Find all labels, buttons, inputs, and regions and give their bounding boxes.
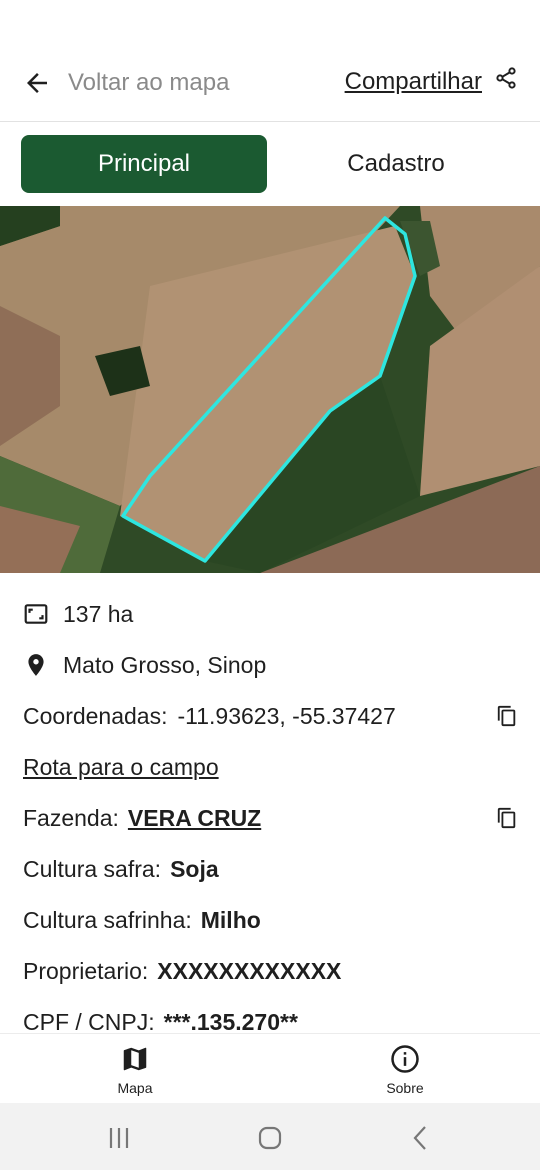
coordinates-value: -11.93623, -55.37427: [177, 702, 396, 729]
crop-offseason-label: Cultura safrinha:: [23, 906, 192, 933]
farm-row: Fazenda: VERA CRUZ: [23, 802, 261, 834]
field-details: 137 ha Mato Grosso, Sinop Coordenadas: -…: [0, 573, 540, 1033]
location-pin-icon: [28, 654, 44, 676]
share-icon: [496, 67, 516, 89]
area-row: 137 ha: [23, 598, 133, 630]
nav-mapa-label: Mapa: [117, 1080, 153, 1096]
home-icon[interactable]: [255, 1123, 285, 1153]
crop-offseason-value: Milho: [200, 906, 261, 933]
document-value: ***.135.270**: [163, 1008, 298, 1034]
nav-sobre[interactable]: Sobre: [365, 1044, 445, 1096]
owner-row: Proprietario: XXXXXXXXXXXX: [23, 955, 341, 987]
arrow-left-icon: [27, 73, 47, 93]
back-nav-icon[interactable]: [406, 1123, 436, 1153]
crop-season-row: Cultura safra: Soja: [23, 853, 219, 885]
nav-sobre-label: Sobre: [386, 1080, 424, 1096]
owner-value: XXXXXXXXXXXX: [157, 957, 342, 984]
crop-season-value: Soja: [170, 855, 219, 882]
location-row: Mato Grosso, Sinop: [23, 649, 266, 681]
field-satellite-map[interactable]: [0, 206, 540, 573]
tab-bar: Principal Cadastro: [0, 121, 540, 207]
farm-label: Fazenda:: [23, 804, 119, 831]
farm-name-link[interactable]: VERA CRUZ: [128, 805, 261, 832]
tab-cadastro[interactable]: Cadastro: [273, 135, 519, 193]
coordinates-label: Coordenadas:: [23, 702, 168, 729]
share-button[interactable]: Compartilhar: [344, 67, 518, 96]
route-row: Rota para o campo: [23, 751, 219, 783]
system-navigation-bar: [0, 1103, 540, 1170]
back-to-map-label: Voltar ao mapa: [68, 69, 230, 96]
map-icon: [123, 1047, 147, 1071]
owner-label: Proprietario:: [23, 957, 149, 984]
document-row: CPF / CNPJ: ***.135.270**: [23, 1006, 298, 1034]
location-value: Mato Grosso, Sinop: [63, 651, 267, 678]
document-label: CPF / CNPJ:: [23, 1008, 155, 1034]
top-bar: Voltar ao mapa Compartilhar: [0, 50, 540, 120]
recents-icon[interactable]: [104, 1123, 134, 1153]
crop-season-label: Cultura safra:: [23, 855, 162, 882]
tab-principal[interactable]: Principal: [21, 135, 267, 193]
copy-farm-icon[interactable]: [496, 806, 518, 830]
info-icon: [391, 1045, 419, 1073]
route-to-field-link[interactable]: Rota para o campo: [23, 754, 219, 781]
crop-offseason-row: Cultura safrinha: Milho: [23, 904, 261, 936]
satellite-image: [0, 206, 540, 573]
coordinates-row: Coordenadas: -11.93623, -55.37427: [23, 700, 396, 732]
copy-coordinates-icon[interactable]: [496, 704, 518, 728]
back-to-map-button[interactable]: Voltar ao mapa: [22, 68, 229, 98]
share-label: Compartilhar: [344, 68, 482, 95]
area-icon: [24, 604, 48, 624]
bottom-navigation: Mapa Sobre: [0, 1033, 540, 1104]
area-value: 137 ha: [63, 600, 134, 627]
nav-mapa[interactable]: Mapa: [95, 1044, 175, 1096]
